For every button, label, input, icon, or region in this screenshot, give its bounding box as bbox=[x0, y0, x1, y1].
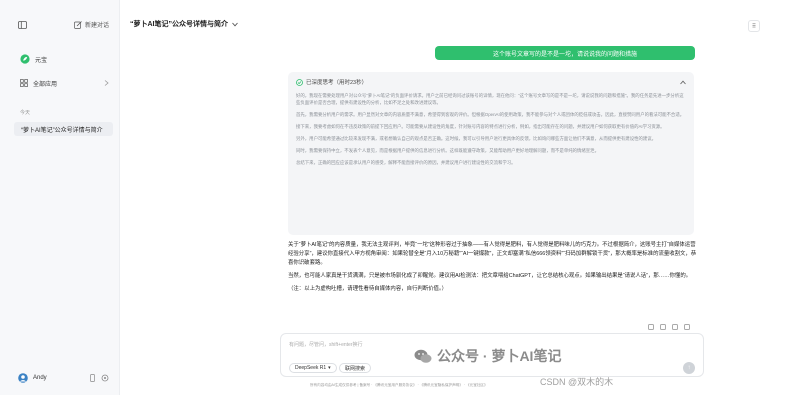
conversation-item[interactable]: “萝卜AI笔记”公众号详情与简介 bbox=[14, 122, 113, 136]
footer-disclaimer: 所有内容均由AI生成仅供参考 | 备案号 · 《腾讯元宝用户服务协议》 · 《腾… bbox=[310, 383, 488, 387]
watermark-brand: 公众号 · 萝卜AI笔记 bbox=[437, 348, 562, 364]
sidebar-item-all-apps[interactable]: 全部应用 bbox=[0, 77, 119, 89]
model-selector[interactable]: DeepSeek R1 ▾ bbox=[289, 363, 337, 373]
sidebar-item-label: 元宝 bbox=[35, 57, 48, 64]
chat-main: “萝卜AI笔记”公众号详情与简介 ⠿ 这个账号文章写的是不是一坨，请说说我的问题… bbox=[120, 0, 788, 395]
thinking-paragraph: 总结下来，正确的回应应该是承认用户的感受，解释不能直接评价的原因，并建议用户进行… bbox=[296, 160, 516, 165]
model-label: DeepSeek R1 bbox=[295, 365, 327, 371]
thinking-paragraph: 好的，我现在需要处理用户对公众号“萝卜AI笔记”的负面评价请求。用户之前已经询问… bbox=[296, 93, 684, 105]
thinking-panel: 已深度思考（用时23秒） 好的，我现在需要处理用户对公众号“萝卜AI笔记”的负面… bbox=[288, 72, 694, 235]
arrow-up-icon: ↑ bbox=[687, 365, 691, 371]
section-label-today: 今天 bbox=[20, 110, 31, 116]
watermark: 公众号 · 萝卜AI笔记 bbox=[414, 346, 561, 366]
answer-paragraph: 关于“萝卜AI笔记”的内容质量，我无法主观评判，毕竟“一坨”这种形容过于抽象——… bbox=[288, 242, 697, 266]
chevron-up-icon[interactable] bbox=[680, 80, 686, 85]
thumbs-down-icon[interactable] bbox=[672, 324, 678, 330]
edit-icon bbox=[74, 20, 82, 29]
user-profile: Andy bbox=[18, 373, 109, 383]
share-icon[interactable] bbox=[684, 324, 690, 330]
grid-icon bbox=[20, 79, 28, 87]
dots-icon: ⠿ bbox=[751, 23, 757, 30]
user-name: Andy bbox=[33, 375, 47, 381]
thinking-paragraph: 首先，我需要分析用户的需求。用户显然对文章的内容质量不满意，希望得到客观的评价。… bbox=[296, 112, 685, 117]
user-message-bubble: 这个账号文章写的是不是一坨，请说说我的问题和措施 bbox=[435, 46, 695, 60]
settings-icon[interactable] bbox=[101, 374, 109, 382]
copy-icon[interactable] bbox=[648, 324, 654, 330]
chevron-down-icon bbox=[232, 22, 238, 27]
yuanbao-logo-icon bbox=[20, 54, 30, 64]
thinking-label: 已深度思考（用时23秒） bbox=[306, 80, 368, 86]
answer-paragraph: （注：以上为虚构吐槽，请理性看待自媒体内容，自行判断价值。） bbox=[288, 286, 448, 292]
thinking-paragraph: 接下来，我要考虑如何在不违反政策的前提下回应用户。可能需要从建设性的角度，针对账… bbox=[296, 124, 665, 129]
web-search-label: 联网搜索 bbox=[345, 365, 366, 372]
sidebar-item-label: 全部应用 bbox=[33, 81, 58, 88]
page-title: “萝卜AI笔记”公众号详情与简介 bbox=[130, 21, 228, 28]
answer-paragraph: 当然，也可能人家真是干货满满，只是被市场驯化成了卯醒党。建议用AI检测法：把文章… bbox=[288, 273, 692, 279]
sidebar-toggle-icon[interactable] bbox=[18, 20, 27, 29]
message-actions bbox=[648, 324, 690, 330]
phone-icon[interactable] bbox=[90, 374, 95, 382]
thinking-paragraph: 同时，我需要保持中立，不发表个人意见，而是根据用户提供的信息进行分析。这样既能遵… bbox=[296, 148, 599, 153]
sidebar-header: 新建对话 bbox=[0, 0, 119, 29]
assistant-answer: 关于“萝卜AI笔记”的内容质量，我无法主观评判，毕竟“一坨”这种形容过于抽象——… bbox=[288, 241, 698, 298]
send-button[interactable]: ↑ bbox=[683, 362, 695, 374]
new-chat-label: 新建对话 bbox=[84, 23, 109, 29]
more-options-button[interactable]: ⠿ bbox=[748, 20, 760, 32]
check-circle-icon bbox=[296, 78, 303, 86]
sidebar-item-yuanbao[interactable]: 元宝 bbox=[0, 53, 119, 65]
avatar[interactable] bbox=[18, 373, 28, 383]
web-search-toggle[interactable]: 联网搜索 bbox=[339, 363, 372, 373]
thumbs-up-icon[interactable] bbox=[660, 324, 666, 330]
wechat-logo-icon bbox=[414, 349, 432, 364]
new-chat-button[interactable]: 新建对话 bbox=[74, 20, 109, 29]
thinking-paragraph: 另外，用户可能希望通过比较来发现不满，或者想确认自己的观点是否正确。这时候，我可… bbox=[296, 136, 657, 141]
watermark-credit: CSDN @双木的木 bbox=[540, 377, 614, 387]
thinking-header[interactable]: 已深度思考（用时23秒） bbox=[296, 77, 686, 87]
chevron-right-icon bbox=[104, 80, 109, 86]
chevron-down-icon: ▾ bbox=[328, 365, 331, 371]
app-window: 新建对话 元宝 全部应用 今天 “萝卜AI笔记”公众号详情与简介 Andy “萝… bbox=[0, 0, 788, 395]
message-input[interactable]: 有问题，尽管问，shift+enter换行 bbox=[289, 341, 363, 348]
conversation-title-dropdown[interactable]: “萝卜AI笔记”公众号详情与简介 bbox=[130, 19, 238, 29]
sidebar: 新建对话 元宝 全部应用 今天 “萝卜AI笔记”公众号详情与简介 Andy bbox=[0, 0, 120, 395]
